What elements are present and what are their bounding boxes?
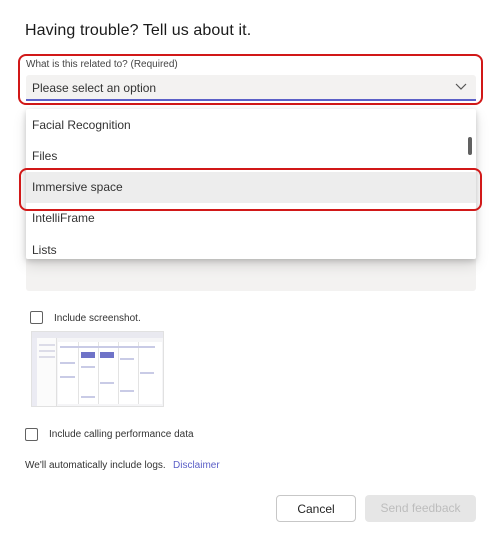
cancel-button[interactable]: Cancel (276, 495, 356, 522)
dropdown-option-facial-recognition[interactable]: Facial Recognition (26, 110, 476, 141)
dialog-title: Having trouble? Tell us about it. (25, 22, 252, 39)
dropdown-option-immersive-space[interactable]: Immersive space (26, 172, 476, 203)
category-dropdown-list: Facial Recognition Files Immersive space… (26, 109, 476, 259)
category-select-value: Please select an option (32, 81, 157, 95)
include-screenshot-checkbox[interactable] (30, 311, 43, 324)
include-calling-data-label: Include calling performance data (49, 429, 194, 440)
dropdown-option-files[interactable]: Files (26, 141, 476, 172)
disclaimer-link[interactable]: Disclaimer (173, 460, 220, 471)
description-textarea[interactable] (26, 259, 476, 291)
screenshot-thumbnail (31, 331, 164, 407)
send-feedback-button[interactable]: Send feedback (365, 495, 476, 522)
chevron-down-icon (455, 83, 467, 90)
dropdown-scrollbar-thumb[interactable] (468, 137, 472, 155)
category-select[interactable]: Please select an option (26, 75, 476, 101)
dropdown-option-lists[interactable]: Lists (26, 235, 476, 259)
include-screenshot-label: Include screenshot. (54, 313, 141, 324)
dropdown-option-intelliframe[interactable]: IntelliFrame (26, 203, 476, 234)
logs-notice: We'll automatically include logs. (25, 460, 166, 471)
include-calling-data-checkbox[interactable] (25, 428, 38, 441)
category-field-label: What is this related to? (Required) (26, 59, 178, 70)
